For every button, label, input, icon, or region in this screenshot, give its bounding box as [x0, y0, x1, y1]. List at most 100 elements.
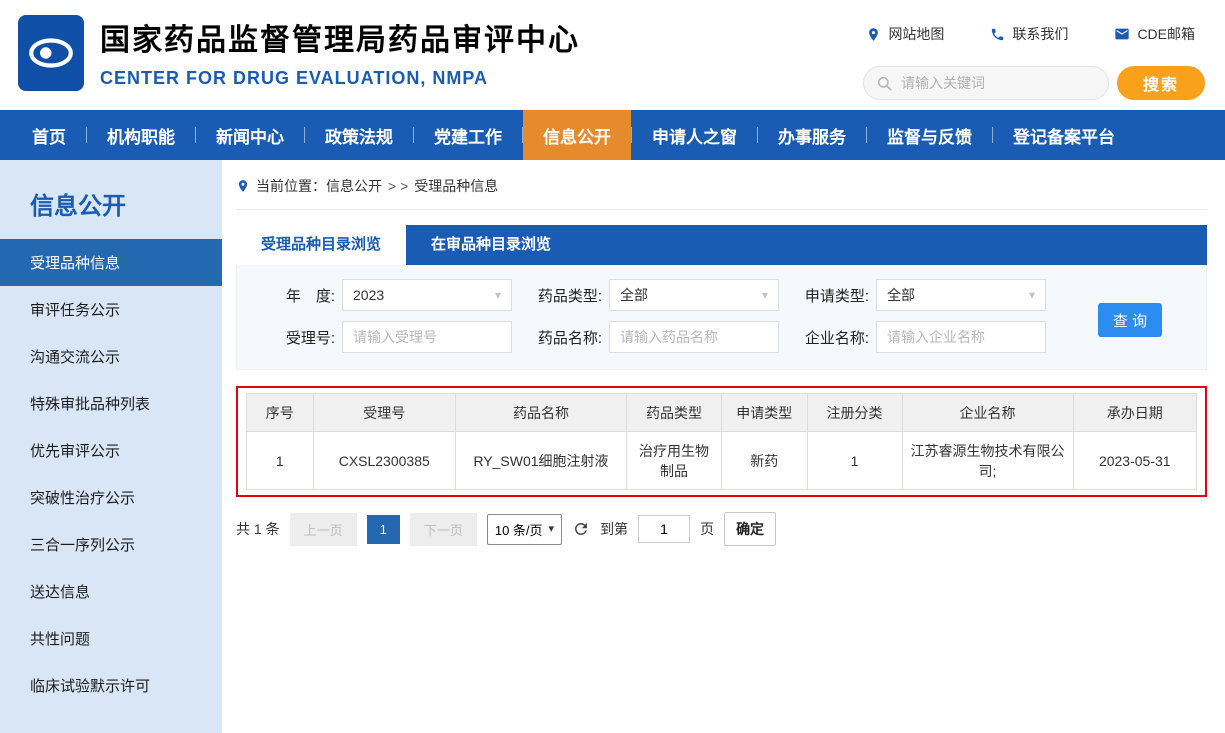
prev-page-button[interactable]: 上一页: [290, 513, 357, 546]
drug-name-label: 药品名称:: [524, 327, 602, 348]
drug-type-select-value: 全部: [620, 285, 648, 305]
sidebar-item-communication[interactable]: 沟通交流公示: [0, 333, 222, 380]
nav-item-services[interactable]: 办事服务: [758, 110, 866, 160]
year-filter: 年 度: 2023 ▾: [257, 279, 512, 311]
nav-item-supervision-feedback[interactable]: 监督与反馈: [867, 110, 992, 160]
apply-type-label: 申请类型:: [791, 285, 869, 306]
nav-item-info-disclosure[interactable]: 信息公开: [523, 110, 631, 160]
chevron-down-icon: ▾: [495, 288, 501, 302]
sidebar-item-review-tasks[interactable]: 审评任务公示: [0, 286, 222, 333]
chevron-down-icon: ▾: [762, 288, 768, 302]
filter-row-2: 受理号: 药品名称: 企业名称:: [257, 321, 1186, 353]
breadcrumb-location[interactable]: 当前位置：信息公开: [256, 176, 382, 196]
main-nav: 首页 机构职能 新闻中心 政策法规 党建工作 信息公开 申请人之窗 办事服务 监…: [0, 110, 1225, 160]
filter-row-1: 年 度: 2023 ▾ 药品类型: 全部 ▾ 申: [257, 279, 1186, 311]
query-button[interactable]: 查 询: [1098, 303, 1162, 337]
drug-name-filter: 药品名称:: [524, 321, 779, 353]
cde-mail-link[interactable]: CDE邮箱: [1114, 24, 1195, 44]
apply-type-filter: 申请类型: 全部 ▾: [791, 279, 1046, 311]
sidebar-item-delivery-info[interactable]: 送达信息: [0, 568, 222, 615]
sidebar-item-accepted-varieties[interactable]: 受理品种信息: [0, 239, 222, 286]
page-size-value: 10 条/页: [495, 520, 543, 539]
search-button[interactable]: 搜索: [1117, 66, 1205, 100]
cell-drug-name: RY_SW01细胞注射液: [456, 432, 627, 490]
cell-drug-type: 治疗用生物制品: [627, 432, 722, 490]
company-label: 企业名称:: [791, 327, 869, 348]
header-quick-links: 网站地图 联系我们 CDE邮箱: [866, 24, 1195, 44]
eye-logo-icon: [26, 28, 76, 78]
nav-item-policies[interactable]: 政策法规: [305, 110, 413, 160]
year-select[interactable]: 2023 ▾: [342, 279, 512, 311]
year-select-value: 2023: [353, 287, 384, 303]
site-header: 国家药品监督管理局药品审评中心 CENTER FOR DRUG EVALUATI…: [0, 0, 1225, 110]
goto-unit: 页: [700, 519, 714, 539]
breadcrumb-current: 受理品种信息: [414, 176, 498, 196]
contact-us-link-label: 联系我们: [1012, 24, 1068, 44]
drug-name-input[interactable]: [609, 321, 779, 353]
sidebar-item-clinical-trial-license[interactable]: 临床试验默示许可: [0, 662, 222, 709]
sitemap-link-label: 网站地图: [888, 24, 944, 44]
filter-panel: 年 度: 2023 ▾ 药品类型: 全部 ▾ 申: [236, 265, 1207, 370]
company-input[interactable]: [876, 321, 1046, 353]
nav-item-party-building[interactable]: 党建工作: [414, 110, 522, 160]
chevron-down-icon: ▾: [549, 524, 555, 535]
sidebar: 信息公开 受理品种信息 审评任务公示 沟通交流公示 特殊审批品种列表 优先审评公…: [0, 160, 222, 733]
apply-type-select[interactable]: 全部 ▾: [876, 279, 1046, 311]
nav-item-home[interactable]: 首页: [12, 110, 86, 160]
envelope-icon: [1114, 26, 1130, 42]
confirm-button[interactable]: 确定: [724, 512, 776, 546]
search-box: [863, 66, 1109, 100]
page-size-select[interactable]: 10 条/页 ▾: [487, 514, 562, 545]
contact-us-link[interactable]: 联系我们: [990, 24, 1068, 44]
cell-accept-no: CXSL2300385: [313, 432, 456, 490]
col-header-accept-no: 受理号: [313, 394, 456, 432]
accept-no-label: 受理号:: [257, 327, 335, 348]
accept-no-input[interactable]: [342, 321, 512, 353]
col-header-date: 承办日期: [1073, 394, 1197, 432]
sitemap-link[interactable]: 网站地图: [866, 24, 944, 44]
cell-seq: 1: [247, 432, 314, 490]
cell-apply-type: 新药: [722, 432, 808, 490]
goto-label: 到第: [600, 519, 628, 539]
sidebar-title: 信息公开: [0, 160, 222, 239]
cell-company: 江苏睿源生物技术有限公司;: [902, 432, 1073, 490]
search-icon: [876, 75, 893, 92]
cell-date: 2023-05-31: [1073, 432, 1197, 490]
cde-website-page: 国家药品监督管理局药品审评中心 CENTER FOR DRUG EVALUATI…: [0, 0, 1225, 733]
tab-under-review-catalog[interactable]: 在审品种目录浏览: [406, 225, 576, 265]
cde-mail-link-label: CDE邮箱: [1137, 24, 1195, 44]
drug-type-select[interactable]: 全部 ▾: [609, 279, 779, 311]
breadcrumb: 当前位置：信息公开 > > 受理品种信息: [236, 176, 1207, 210]
nav-item-registration-platform[interactable]: 登记备案平台: [993, 110, 1135, 160]
sidebar-item-priority-review[interactable]: 优先审评公示: [0, 427, 222, 474]
site-subtitle: CENTER FOR DRUG EVALUATION, NMPA: [100, 68, 580, 89]
col-header-seq: 序号: [247, 394, 314, 432]
col-header-drug-type: 药品类型: [627, 394, 722, 432]
results-table-highlight: 序号 受理号 药品名称 药品类型 申请类型 注册分类 企业名称 承办日期 1: [236, 386, 1207, 497]
search-input[interactable]: [901, 75, 1083, 91]
results-table: 序号 受理号 药品名称 药品类型 申请类型 注册分类 企业名称 承办日期 1: [246, 393, 1197, 490]
cell-reg-class: 1: [807, 432, 902, 490]
current-page-button[interactable]: 1: [367, 515, 400, 544]
table-row[interactable]: 1 CXSL2300385 RY_SW01细胞注射液 治疗用生物制品 新药 1 …: [247, 432, 1197, 490]
phone-icon: [990, 27, 1005, 42]
refresh-icon[interactable]: [572, 520, 590, 538]
col-header-reg-class: 注册分类: [807, 394, 902, 432]
header-search: 搜索: [863, 66, 1205, 100]
col-header-apply-type: 申请类型: [722, 394, 808, 432]
total-count: 共 1 条: [236, 519, 280, 539]
nav-item-news[interactable]: 新闻中心: [196, 110, 304, 160]
sidebar-item-three-in-one[interactable]: 三合一序列公示: [0, 521, 222, 568]
sidebar-item-breakthrough-therapy[interactable]: 突破性治疗公示: [0, 474, 222, 521]
col-header-drug-name: 药品名称: [456, 394, 627, 432]
cde-logo[interactable]: [18, 15, 84, 91]
next-page-button[interactable]: 下一页: [410, 513, 477, 546]
goto-page-input[interactable]: [638, 515, 690, 543]
sidebar-item-common-issues[interactable]: 共性问题: [0, 615, 222, 662]
breadcrumb-separator: > >: [388, 178, 408, 194]
nav-item-functions[interactable]: 机构职能: [87, 110, 195, 160]
tab-accepted-catalog[interactable]: 受理品种目录浏览: [236, 225, 406, 265]
nav-item-applicant-window[interactable]: 申请人之窗: [632, 110, 757, 160]
sidebar-item-special-approval-list[interactable]: 特殊审批品种列表: [0, 380, 222, 427]
accept-no-filter: 受理号:: [257, 321, 512, 353]
